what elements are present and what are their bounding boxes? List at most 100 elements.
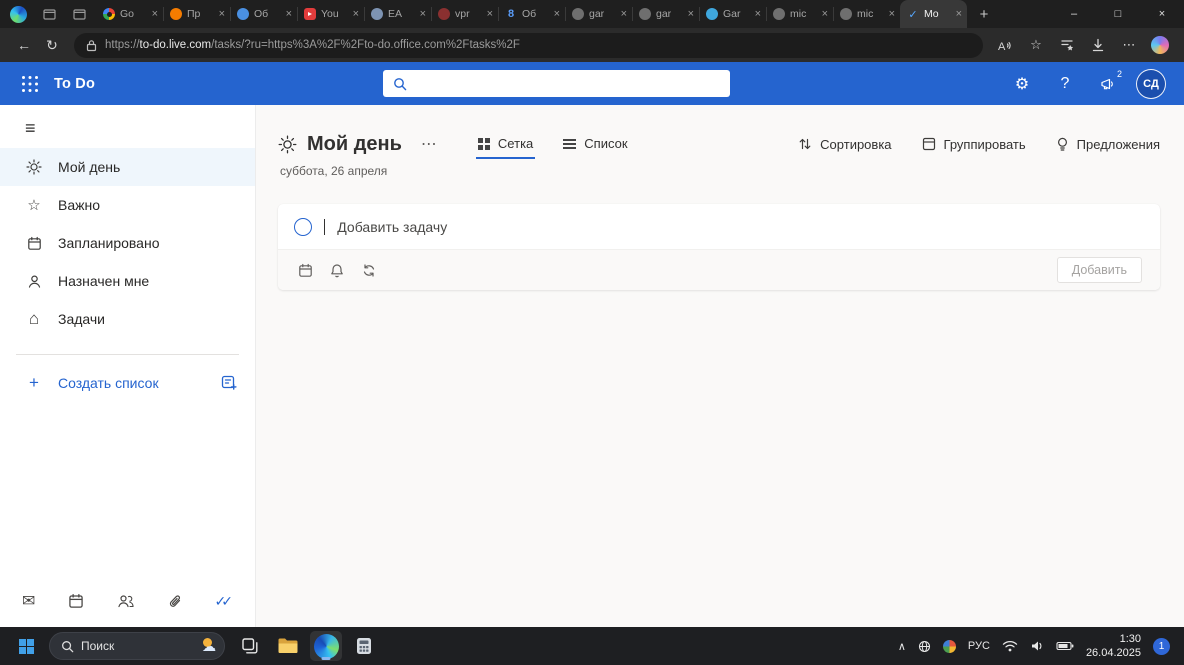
taskbar-clock[interactable]: 1:30 26.04.2025 [1086,632,1141,661]
browser-tab[interactable]: Пр × [163,0,230,28]
browser-tab[interactable]: Об × [230,0,297,28]
tab-title: Go [120,8,147,20]
tab-close-icon[interactable]: × [219,8,225,20]
browser-tab[interactable]: mic × [766,0,833,28]
browser-tab[interactable]: gar × [632,0,699,28]
new-group-icon[interactable] [221,375,237,391]
new-tab-button[interactable]: + [971,2,997,26]
view-list-button[interactable]: Список [561,129,629,159]
view-grid-button[interactable]: Сетка [476,129,535,159]
browser-tab[interactable]: mic × [833,0,900,28]
suggestions-button[interactable]: Предложения [1056,137,1160,152]
tab-close-icon[interactable]: × [822,8,828,20]
pinned-tab-window-icon[interactable] [66,3,92,25]
favorites-hub-icon[interactable] [1053,32,1081,58]
maximize-button[interactable]: □ [1096,0,1140,28]
sort-button[interactable]: Сортировка [798,137,891,152]
browser-tab[interactable]: gar × [565,0,632,28]
tab-close-icon[interactable]: × [554,8,560,20]
mail-icon[interactable]: ✉ [22,591,35,611]
tab-close-icon[interactable]: × [353,8,359,20]
calendar-app-icon[interactable] [68,593,84,609]
browser-tab[interactable]: ЕА × [364,0,431,28]
person-icon [25,274,43,289]
create-list-button[interactable]: + Создать список [0,363,255,403]
volume-icon[interactable] [1030,640,1044,652]
app-search[interactable] [383,70,730,97]
sidebar-item-planned[interactable]: Запланировано [0,224,255,262]
browser-tab[interactable]: 8 Об × [498,0,565,28]
list-options-icon[interactable]: ⋯ [416,134,442,154]
tab-close-icon[interactable]: × [755,8,761,20]
whats-new-megaphone-icon[interactable]: 2 [1093,69,1123,99]
browser-tab[interactable]: Go × [96,0,163,28]
search-input[interactable] [415,76,720,91]
due-date-icon[interactable] [290,256,320,284]
attachments-icon[interactable] [168,594,182,609]
app-launcher-icon[interactable] [22,76,38,92]
group-button[interactable]: Группировать [922,137,1026,152]
network-globe-icon[interactable] [918,640,931,653]
tab-close-icon[interactable]: × [420,8,426,20]
pinned-tab-window-icon[interactable] [36,3,62,25]
add-favorite-icon[interactable]: ☆ [1022,32,1050,58]
sidebar-item-label: Запланировано [58,235,160,251]
start-button-icon[interactable] [19,639,34,654]
youtube-favicon [304,8,316,20]
sidebar-item-tasks[interactable]: ⌂ Задачи [0,300,255,338]
calendar-icon [25,236,43,251]
read-aloud-icon[interactable]: A [991,32,1019,58]
minimize-button[interactable]: – [1052,0,1096,28]
back-button[interactable]: ← [10,32,38,58]
edge-browser-icon[interactable] [310,631,342,661]
refresh-button[interactable]: ↻ [38,32,66,58]
time: 1:30 [1086,632,1141,646]
browser-tab[interactable]: You × [297,0,364,28]
address-bar[interactable]: https://to-do.live.com/tasks/?ru=https%3… [74,33,983,58]
tab-close-icon[interactable]: × [286,8,292,20]
task-view-icon[interactable] [234,631,266,661]
repeat-icon[interactable] [354,256,384,284]
tab-title: Mo [924,8,951,20]
language-indicator[interactable]: РУС [968,640,990,652]
hamburger-menu-icon[interactable]: ≡ [25,118,45,139]
downloads-icon[interactable] [1084,32,1112,58]
file-explorer-icon[interactable] [272,631,304,661]
notification-badge[interactable]: 1 [1153,638,1170,655]
tab-close-icon[interactable]: × [487,8,493,20]
sidebar-item-assigned-to-me[interactable]: Назначен мне [0,262,255,300]
todo-app-icon[interactable]: ✓✓ [215,593,233,610]
tab-close-icon[interactable]: × [152,8,158,20]
tab-close-icon[interactable]: × [956,8,962,20]
browser-tab[interactable]: Gar × [699,0,766,28]
battery-icon[interactable] [1056,641,1074,651]
people-icon[interactable] [117,594,135,608]
tab-close-icon[interactable]: × [889,8,895,20]
reminder-bell-icon[interactable] [322,256,352,284]
hidden-icons-chevron[interactable]: ∧ [898,640,906,653]
sidebar-item-my-day[interactable]: Мой день [0,148,255,186]
tab-close-icon[interactable]: × [688,8,694,20]
close-window-button[interactable]: × [1140,0,1184,28]
help-icon[interactable]: ? [1050,69,1080,99]
tray-app-icon[interactable] [943,640,956,653]
tab-close-icon[interactable]: × [621,8,627,20]
edge-logo-icon[interactable] [10,6,27,23]
settings-gear-icon[interactable]: ⚙ [1007,69,1037,99]
pinned-app-icon[interactable] [348,631,380,661]
taskbar-search[interactable]: Поиск ☁ [49,632,225,660]
copilot-icon[interactable] [1146,32,1174,58]
add-task-button[interactable]: Добавить [1057,257,1142,283]
lock-icon[interactable] [86,39,97,52]
add-task-input-row[interactable]: Добавить задачу [278,204,1160,249]
main-header: Мой день ⋯ Сетка Список Сортировк [278,129,1160,159]
browser-tab[interactable]: vpr × [431,0,498,28]
wifi-icon[interactable] [1002,640,1018,652]
browser-tab-active[interactable]: ✓ Mo × [900,0,967,28]
browser-menu-icon[interactable]: ⋯ [1115,32,1143,58]
avatar[interactable]: СД [1136,69,1166,99]
sidebar-item-important[interactable]: ☆ Важно [0,186,255,224]
weather-widget-icon[interactable]: ☁ [202,638,216,655]
site-favicon [706,8,718,20]
task-complete-circle-icon[interactable] [294,218,312,236]
